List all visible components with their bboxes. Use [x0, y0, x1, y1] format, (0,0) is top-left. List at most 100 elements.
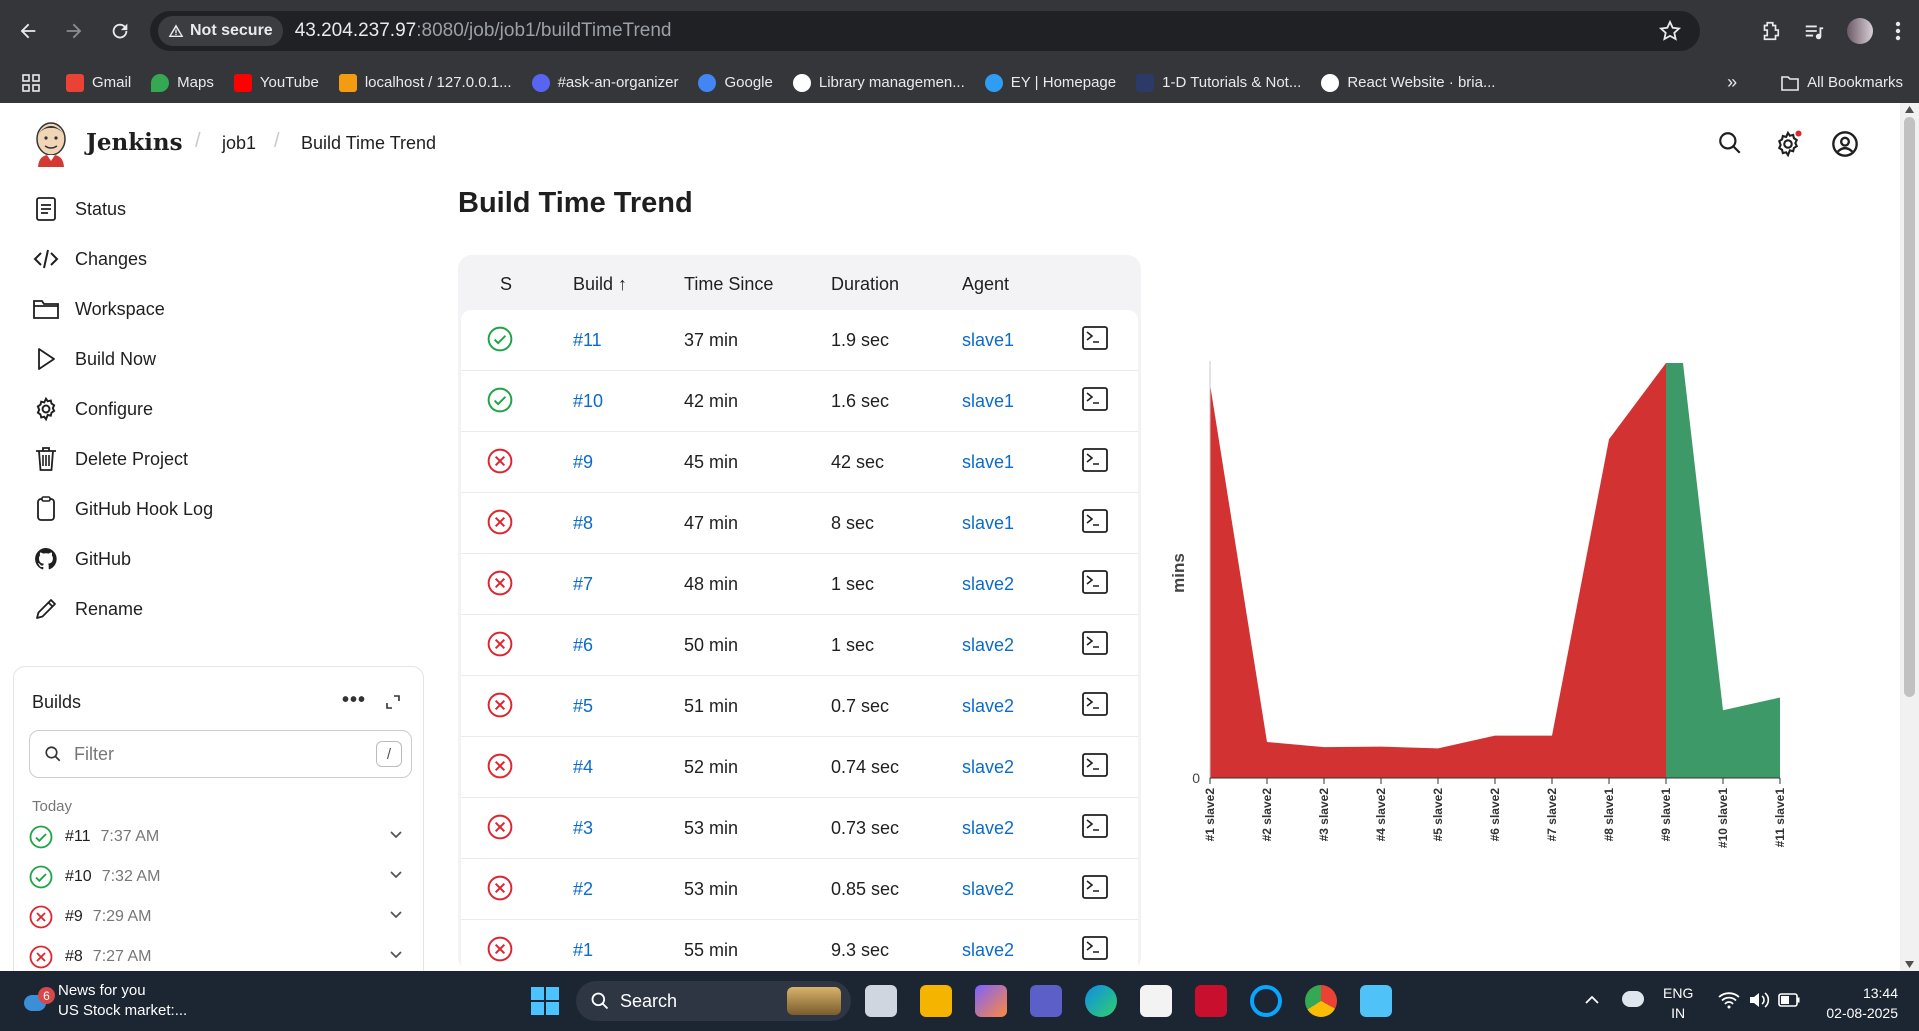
news-widget[interactable]: 6 News for you US Stock market:...	[24, 981, 187, 1021]
build-link[interactable]: #10	[573, 391, 603, 412]
brand-name[interactable]: Jenkins	[86, 129, 183, 156]
system-clock[interactable]: 13:44 02-08-2025	[1818, 983, 1898, 1023]
cortana-icon[interactable]	[1250, 985, 1282, 1017]
manage-jenkins-button[interactable]	[1774, 130, 1802, 158]
chrome-icon[interactable]	[1305, 985, 1337, 1017]
page-scrollbar[interactable]	[1900, 103, 1919, 971]
bookmark-gmail[interactable]: Gmail	[66, 73, 131, 92]
agent-link[interactable]: slave1	[962, 452, 1014, 473]
console-output-icon[interactable]	[1082, 570, 1108, 594]
agent-link[interactable]: slave2	[962, 696, 1014, 717]
bookmark-localhost[interactable]: localhost / 127.0.0.1...	[338, 73, 512, 92]
bookmark-react[interactable]: React Website · bria...	[1321, 73, 1495, 92]
all-bookmarks[interactable]: All Bookmarks	[1781, 74, 1903, 91]
build-link[interactable]: #4	[573, 757, 593, 778]
build-link[interactable]: #1	[573, 940, 593, 961]
user-account-button[interactable]	[1831, 130, 1859, 158]
sidebar-item-github[interactable]: GitHub	[33, 539, 131, 579]
bookmark-ey[interactable]: EY | Homepage	[984, 73, 1116, 92]
build-link[interactable]: #7	[573, 574, 593, 595]
agent-link[interactable]: slave2	[962, 879, 1014, 900]
agent-link[interactable]: slave2	[962, 757, 1014, 778]
console-output-icon[interactable]	[1082, 448, 1108, 472]
sidebar-item-rename[interactable]: Rename	[33, 589, 143, 629]
scroll-up-icon[interactable]	[1905, 106, 1914, 113]
more-vertical-icon[interactable]	[1895, 20, 1901, 42]
console-output-icon[interactable]	[1082, 631, 1108, 655]
console-output-icon[interactable]	[1082, 326, 1108, 350]
wifi-icon[interactable]	[1718, 991, 1740, 1009]
agent-link[interactable]: slave1	[962, 391, 1014, 412]
build-link[interactable]: #6	[573, 635, 593, 656]
build-history-row[interactable]: #9 7:29 AM	[29, 902, 413, 932]
copilot-icon[interactable]	[975, 985, 1007, 1017]
column-header-time-since[interactable]: Time Since	[684, 274, 773, 295]
build-link[interactable]: #8	[573, 513, 593, 534]
column-header-status[interactable]: S	[500, 274, 512, 295]
bookmark-library[interactable]: Library managemen...	[792, 73, 965, 92]
console-output-icon[interactable]	[1082, 936, 1108, 960]
bookmark-star-button[interactable]	[1658, 19, 1682, 43]
scrollbar-thumb[interactable]	[1904, 117, 1915, 697]
bookmark-discord[interactable]: #ask-an-organizer	[531, 73, 678, 92]
chevron-down-icon[interactable]	[389, 950, 403, 960]
apps-grid-icon[interactable]	[22, 73, 40, 92]
windows-start-icon[interactable]	[530, 986, 560, 1016]
sidebar-item-configure[interactable]: Configure	[33, 389, 153, 429]
mcafee-icon[interactable]	[1195, 985, 1227, 1017]
sidebar-item-status[interactable]: Status	[33, 189, 126, 229]
chevron-up-icon[interactable]	[1584, 995, 1600, 1005]
chevron-right-icon[interactable]: »	[1727, 72, 1737, 93]
build-history-row[interactable]: #11 7:37 AM	[29, 822, 413, 852]
build-link[interactable]: #11	[573, 330, 602, 351]
console-output-icon[interactable]	[1082, 692, 1108, 716]
sidebar-item-build-now[interactable]: Build Now	[33, 339, 156, 379]
language-indicator[interactable]: ENG IN	[1663, 983, 1693, 1023]
sidebar-item-workspace[interactable]: Workspace	[33, 289, 165, 329]
build-history-row[interactable]: #8 7:27 AM	[29, 942, 413, 971]
agent-link[interactable]: slave1	[962, 513, 1014, 534]
console-output-icon[interactable]	[1082, 814, 1108, 838]
jenkins-logo[interactable]	[33, 121, 69, 167]
build-link[interactable]: #5	[573, 696, 593, 717]
forward-button[interactable]	[56, 13, 92, 49]
chevron-down-icon[interactable]	[389, 910, 403, 920]
agent-link[interactable]: slave2	[962, 940, 1014, 961]
edge-icon[interactable]	[1085, 985, 1117, 1017]
search-button[interactable]	[1717, 130, 1743, 156]
sidebar-item-changes[interactable]: Changes	[33, 239, 147, 279]
column-header-build[interactable]: Build ↑	[573, 274, 627, 295]
console-output-icon[interactable]	[1082, 753, 1108, 777]
console-output-icon[interactable]	[1082, 509, 1108, 533]
address-bar[interactable]: Not secure 43.204.237.97:8080/job/job1/b…	[150, 11, 1700, 51]
chevron-down-icon[interactable]	[389, 830, 403, 840]
task-view-icon[interactable]	[865, 985, 897, 1017]
builds-filter-input[interactable]: Filter /	[29, 730, 412, 778]
profile-avatar[interactable]	[1847, 18, 1873, 44]
extensions-icon[interactable]	[1759, 20, 1781, 42]
store-icon[interactable]	[1140, 985, 1172, 1017]
security-chip[interactable]: Not secure	[158, 16, 283, 46]
taskbar-search[interactable]: Search	[576, 981, 851, 1021]
agent-link[interactable]: slave2	[962, 574, 1014, 595]
column-header-duration[interactable]: Duration	[831, 274, 899, 295]
media-controls-icon[interactable]	[1803, 20, 1825, 42]
build-link[interactable]: #2	[573, 879, 593, 900]
bookmark-youtube[interactable]: YouTube	[233, 73, 319, 92]
column-header-agent[interactable]: Agent	[962, 274, 1009, 295]
build-link[interactable]: #3	[573, 818, 593, 839]
bookmark-maps[interactable]: Maps	[151, 73, 214, 92]
console-output-icon[interactable]	[1082, 387, 1108, 411]
bookmark-tutorials[interactable]: 1-D Tutorials & Not...	[1136, 73, 1301, 92]
reload-button[interactable]	[102, 13, 138, 49]
notepad-icon[interactable]	[1360, 985, 1392, 1017]
file-explorer-icon[interactable]	[920, 985, 952, 1017]
sidebar-item-github-hook-log[interactable]: GitHub Hook Log	[33, 489, 213, 529]
more-options-button[interactable]: •••	[342, 689, 366, 712]
breadcrumb-job[interactable]: job1	[222, 133, 256, 154]
bookmark-google[interactable]: Google	[698, 73, 773, 92]
back-button[interactable]	[10, 13, 46, 49]
sidebar-item-delete-project[interactable]: Delete Project	[33, 439, 188, 479]
build-link[interactable]: #9	[573, 452, 593, 473]
volume-icon[interactable]	[1748, 991, 1770, 1009]
